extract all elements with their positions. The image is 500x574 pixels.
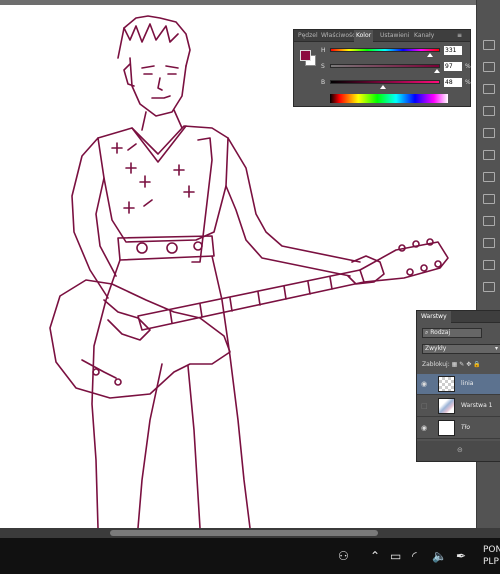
photoshop-window: Pędzel Właściwości Kolor Ustawieni Kanał… [0,0,500,574]
grid-icon[interactable] [483,128,495,138]
volume-icon[interactable]: 🔈 [432,549,447,563]
layer-row-warstwa-1[interactable]: □ Warstwa 1 [417,396,500,417]
saturation-value[interactable]: 97 [444,62,462,71]
text-icon[interactable] [483,238,495,248]
brightness-label: B [321,79,326,86]
clock-line-1: PON [483,545,500,555]
lock-label: Zablokuj: [422,361,450,368]
lock-all-icon[interactable]: 🔒 [473,361,480,368]
layer-row-linia[interactable]: ◉ linia [417,374,500,395]
windows-taskbar: ⚇ ⌃ ▭ ◜ 🔈 ✒ PON PLP [0,538,500,574]
hidden-eye-icon[interactable]: □ [421,402,428,410]
layer-name[interactable]: Tło [461,424,470,431]
link-layers-icon[interactable]: ⊝ [457,446,463,454]
adjust-icon[interactable] [483,84,495,94]
horizontal-scrollbar[interactable] [0,528,500,538]
tab-layers[interactable]: Warstwy [417,311,451,323]
top-ruler [0,0,476,5]
eye-icon[interactable]: ◉ [421,380,427,388]
saturation-unit: % [465,63,471,70]
tab-color[interactable]: Kolor [354,30,374,42]
wifi-icon[interactable]: ◜ [412,549,417,563]
style-icon[interactable] [483,282,495,292]
hue-slider[interactable] [330,48,440,52]
color-panel: Pędzel Właściwości Kolor Ustawieni Kanał… [293,29,471,107]
pen-icon[interactable]: ✒ [456,549,466,563]
layer-thumbnail [438,398,455,414]
lock-pixels-icon[interactable]: ▦ [452,361,458,368]
layer-thumbnail [438,420,455,436]
layer-filter-label: Rodzaj [430,329,451,336]
brightness-value[interactable]: 48 [444,78,462,87]
layers-panel-tabs: Warstwy [417,311,500,323]
chevron-up-icon[interactable]: ⌃ [370,549,380,563]
taskbar-clock[interactable]: PON PLP [483,544,500,568]
foreground-color-swatch-top[interactable] [300,50,311,61]
battery-icon[interactable]: ▭ [390,549,401,563]
brightness-slider[interactable] [330,80,440,84]
tab-channels[interactable]: Kanały [414,32,434,40]
circle-icon[interactable] [483,216,495,226]
tab-brush[interactable]: Pędzel [298,32,318,40]
layer-filter-dropdown[interactable]: ⌕ Rodzaj [422,328,482,338]
brush-preset-icon[interactable] [483,62,495,72]
color-panel-tabs: Pędzel Właściwości Kolor Ustawieni Kanał… [294,30,470,42]
eye-icon[interactable]: ◉ [421,424,427,432]
color-spectrum-bar[interactable] [330,94,448,103]
hue-slider-thumb[interactable] [427,53,433,57]
panel-menu-icon[interactable]: ≡ [457,32,462,40]
channels-icon[interactable] [483,150,495,160]
people-icon[interactable]: ⚇ [338,549,349,563]
tab-properties[interactable]: Właściwości [321,32,357,40]
paths-icon[interactable] [483,172,495,182]
saturation-slider[interactable] [330,64,440,68]
layers-panel: Warstwy ⌕ Rodzaj Zwykły ▾ Zablokuj: ▦ ✎ … [416,310,500,462]
saturation-label: S [321,63,325,70]
lock-row: Zablokuj: ▦ ✎ ✥ 🔒 [422,361,481,368]
hue-label: H [321,47,326,54]
blend-mode-label: Zwykły [425,345,447,352]
tab-settings[interactable]: Ustawieni [380,32,409,40]
layers-footer: ⊝ [417,441,500,461]
history-icon[interactable] [483,40,495,50]
layer-thumbnail [438,376,455,392]
lock-brush-icon[interactable]: ✎ [459,361,464,368]
paragraph-icon[interactable] [483,260,495,270]
transform-icon[interactable] [483,194,495,204]
layer-name[interactable]: Warstwa 1 [461,402,492,409]
clock-line-2: PLP [483,557,499,567]
hue-value[interactable]: 331 [444,46,462,55]
blend-mode-dropdown[interactable]: Zwykły ▾ [422,344,500,354]
saturation-slider-thumb[interactable] [434,69,440,73]
layer-row-tlo[interactable]: ◉ Tło [417,418,500,439]
gear-icon[interactable] [483,106,495,116]
brightness-slider-thumb[interactable] [380,85,386,89]
horizontal-scrollbar-thumb[interactable] [110,530,378,536]
brightness-unit: % [465,79,471,86]
layer-name[interactable]: linia [461,380,473,387]
chevron-down-icon: ▾ [494,345,498,352]
lock-move-icon[interactable]: ✥ [466,361,471,368]
